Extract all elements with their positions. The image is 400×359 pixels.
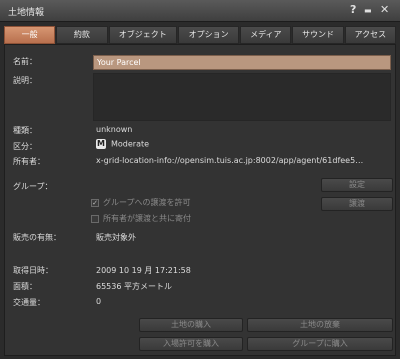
acquired-value: 2009 10 19 月 17:21:58 <box>96 266 191 275</box>
rating-label: 区分： <box>13 142 37 151</box>
owner-value: x-grid-location-info://opensim.tuis.ac.j… <box>96 156 364 165</box>
buy-for-group-button[interactable]: グループに購入 <box>247 337 393 351</box>
close-icon[interactable]: ✕ <box>380 3 389 16</box>
description-label: 説明： <box>13 76 37 85</box>
tab-covenant[interactable]: 約款 <box>56 26 108 44</box>
deed-button[interactable]: 譲渡 <box>321 197 393 211</box>
minimize-icon[interactable]: ▬ <box>364 6 372 15</box>
tab-access[interactable]: アクセス <box>344 26 396 44</box>
title-bar: 土地情報 ? ▬ ✕ <box>0 0 400 22</box>
window-title: 土地情報 <box>8 8 45 18</box>
tab-objects[interactable]: オブジェクト <box>108 26 178 44</box>
description-input[interactable] <box>93 73 391 121</box>
buy-pass-button[interactable]: 入場許可を購入 <box>139 337 243 351</box>
buy-land-button[interactable]: 土地の購入 <box>139 318 243 332</box>
traffic-label: 交通量： <box>13 298 45 307</box>
acquired-label: 取得日時： <box>13 266 53 275</box>
area-label: 面積： <box>13 282 37 291</box>
traffic-value: 0 <box>96 297 102 306</box>
tab-media[interactable]: メディア <box>240 26 292 44</box>
rating-value: M Moderate <box>96 139 149 149</box>
set-group-button[interactable]: 設定 <box>321 178 393 192</box>
help-icon[interactable]: ? <box>350 3 356 16</box>
name-input[interactable]: Your Parcel <box>93 55 391 70</box>
tab-general[interactable]: 一般 <box>4 26 56 44</box>
tab-options[interactable]: オプション <box>178 26 240 44</box>
checkmark-icon: ✓ <box>91 198 99 207</box>
for-sale-value: 販売対象外 <box>96 233 136 242</box>
abandon-land-button[interactable]: 土地の放棄 <box>247 318 393 332</box>
tab-bar: 一般 約款 オブジェクト オプション メディア サウンド アクセス <box>4 26 396 44</box>
type-label: 種類： <box>13 126 37 135</box>
tab-sound[interactable]: サウンド <box>292 26 344 44</box>
moderate-rating-icon: M <box>96 139 106 149</box>
allow-deed-checkbox[interactable]: ✓ グループへの譲渡を許可 <box>91 197 191 208</box>
contribute-checkbox[interactable]: 所有者が譲渡と共に寄付 <box>91 213 191 224</box>
group-label: グループ： <box>13 182 53 191</box>
area-value: 65536 平方メートル <box>96 282 172 291</box>
rating-text: Moderate <box>111 139 150 149</box>
for-sale-label: 販売の有無： <box>13 233 61 242</box>
name-label: 名前： <box>13 57 37 66</box>
type-value: unknown <box>96 125 133 134</box>
general-panel: 名前： Your Parcel 説明： 種類： unknown 区分： M Mod… <box>4 44 396 356</box>
owner-label: 所有者： <box>13 157 45 166</box>
